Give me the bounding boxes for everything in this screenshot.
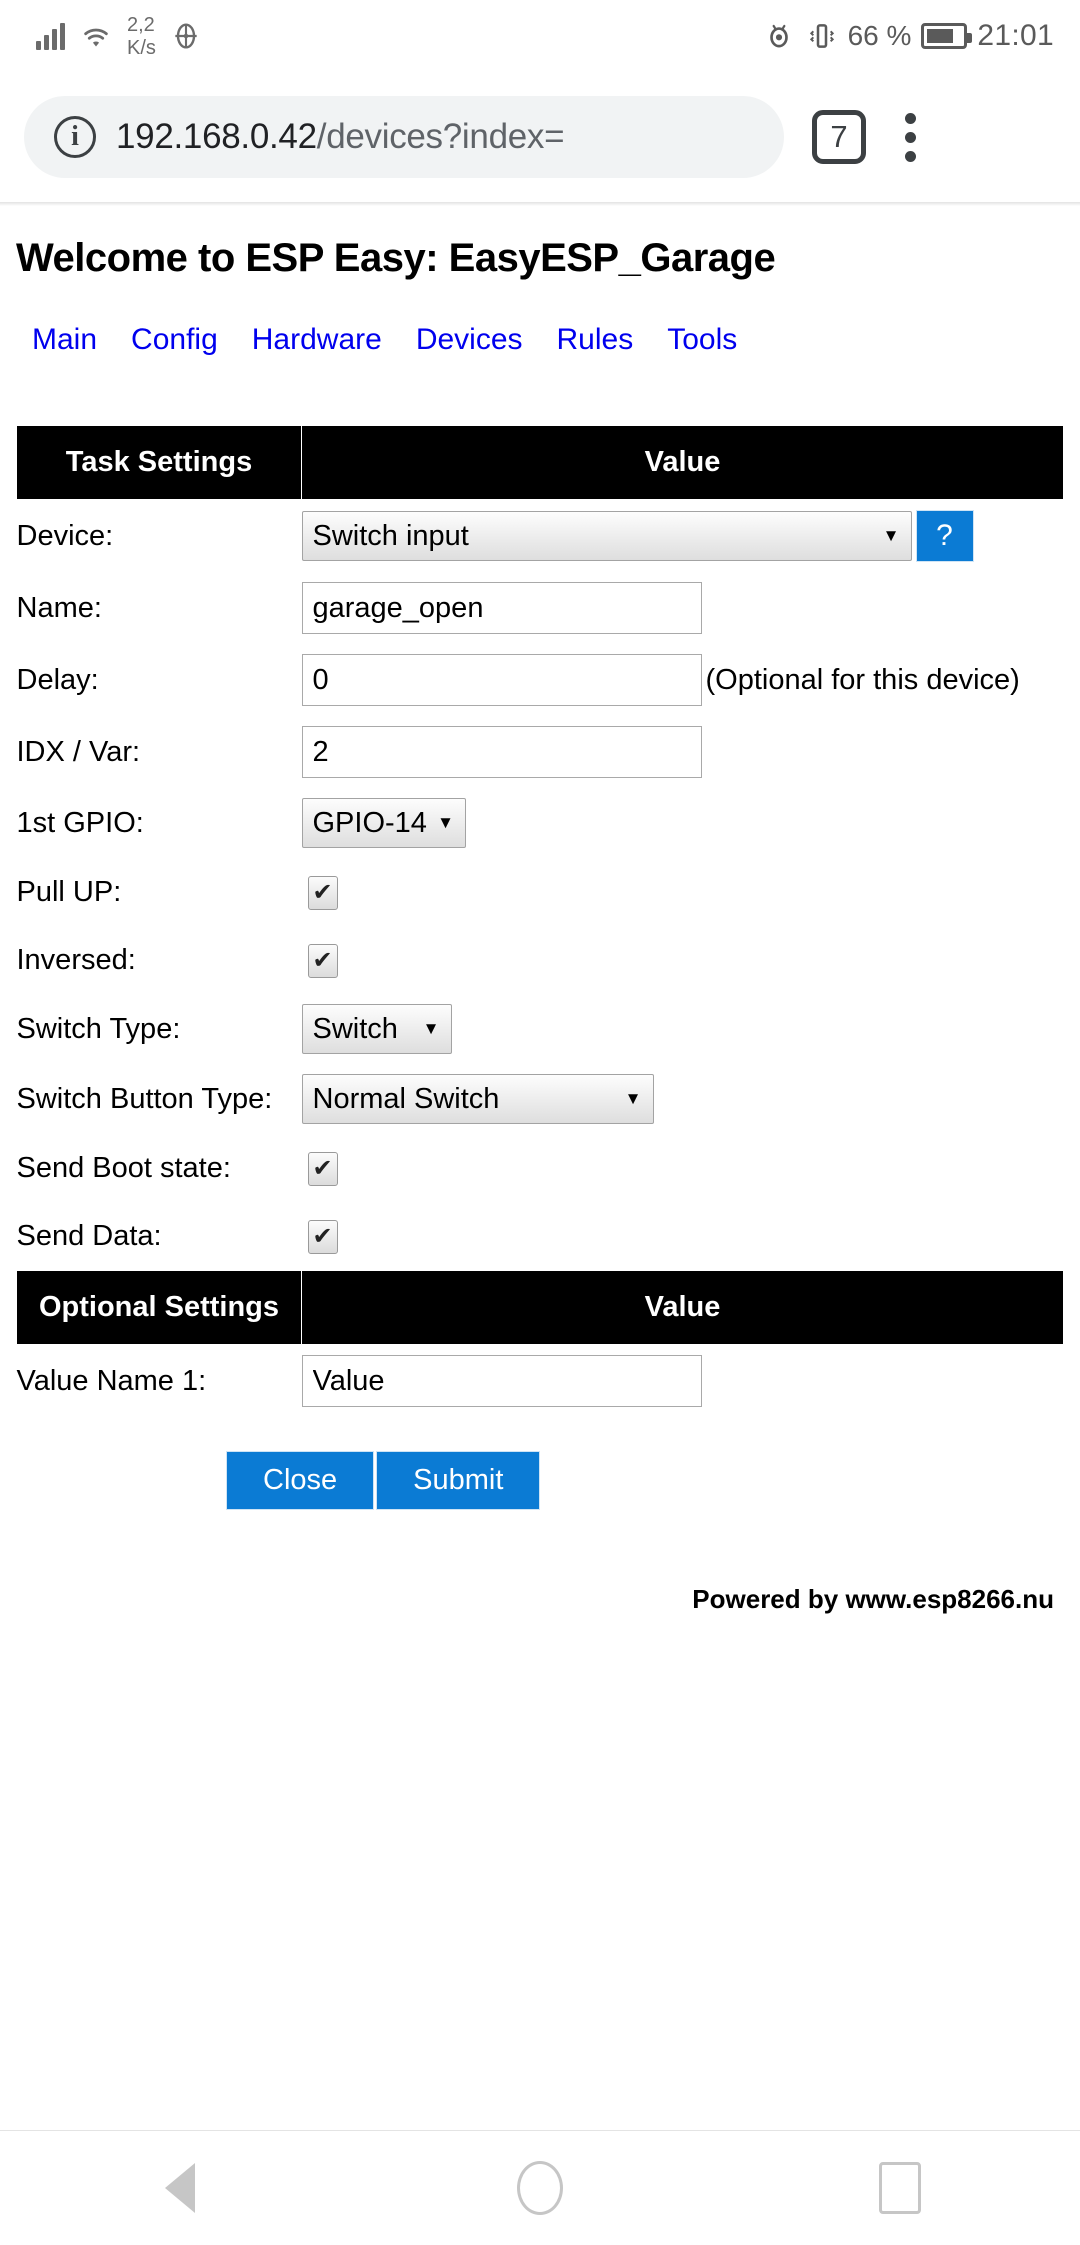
table-row-send-data: Send Data: ✔: [17, 1202, 1064, 1270]
optional-settings-header-label: Optional Settings: [17, 1271, 302, 1345]
nav-link-rules[interactable]: Rules: [557, 323, 656, 357]
table-row-device: Device: Switch input ▼ ?: [17, 500, 1064, 573]
close-button[interactable]: Close: [226, 1451, 374, 1510]
label-first-gpio: 1st GPIO:: [17, 788, 302, 858]
label-device: Device:: [17, 500, 302, 573]
device-select-value: Switch input: [313, 520, 469, 553]
table-row-value-name-1: Value Name 1:: [17, 1345, 1064, 1418]
table-row-switch-button-type: Switch Button Type: Normal Switch ▼: [17, 1064, 1064, 1134]
url-path: /devices?index=: [317, 117, 564, 156]
task-settings-header-row: Task Settings Value: [17, 426, 1064, 500]
nav-link-tools[interactable]: Tools: [667, 323, 759, 357]
battery-percent-label: 66 %: [848, 20, 912, 52]
switch-button-type-select-value: Normal Switch: [313, 1083, 500, 1116]
table-row-idx: IDX / Var:: [17, 716, 1064, 788]
task-settings-header-value: Value: [302, 426, 1064, 500]
signal-bars-icon: [36, 22, 65, 50]
label-delay: Delay:: [17, 644, 302, 716]
send-data-checkbox[interactable]: ✔: [308, 1220, 338, 1254]
optional-settings-header-value: Value: [302, 1271, 1064, 1345]
label-inversed: Inversed:: [17, 926, 302, 994]
table-row-send-boot-state: Send Boot state: ✔: [17, 1134, 1064, 1202]
label-pull-up: Pull UP:: [17, 858, 302, 926]
label-send-boot-state: Send Boot state:: [17, 1134, 302, 1202]
label-send-data: Send Data:: [17, 1202, 302, 1270]
label-idx-var: IDX / Var:: [17, 716, 302, 788]
optional-settings-header-row: Optional Settings Value: [17, 1271, 1064, 1345]
label-switch-button-type: Switch Button Type:: [17, 1064, 302, 1134]
page-title: Welcome to ESP Easy: EasyESP_Garage: [16, 236, 1064, 281]
send-boot-state-checkbox[interactable]: ✔: [308, 1152, 338, 1186]
url-text: 192.168.0.42/devices?index=: [116, 117, 564, 157]
task-settings-header-label: Task Settings: [17, 426, 302, 500]
label-switch-type: Switch Type:: [17, 994, 302, 1064]
nav-link-hardware[interactable]: Hardware: [252, 323, 404, 357]
inversed-checkbox[interactable]: ✔: [308, 944, 338, 978]
page-footer: Powered by www.esp8266.nu: [16, 1584, 1054, 1615]
vibrate-icon: [806, 20, 838, 52]
browser-toolbar: i 192.168.0.42/devices?index= 7: [0, 72, 1080, 202]
submit-button[interactable]: Submit: [376, 1451, 540, 1510]
table-row-name: Name:: [17, 572, 1064, 644]
table-row-switch-type: Switch Type: Switch ▼: [17, 994, 1064, 1064]
form-action-buttons: Close Submit: [226, 1451, 1064, 1510]
device-help-button[interactable]: ?: [916, 510, 974, 562]
wifi-icon: [79, 22, 113, 50]
table-row-delay: Delay: (Optional for this device): [17, 644, 1064, 716]
battery-icon: [921, 23, 967, 49]
device-select[interactable]: Switch input ▼: [302, 511, 912, 561]
status-bar-clock: 21:01: [977, 19, 1054, 53]
network-speed-unit: K/s: [127, 38, 156, 58]
value-name-1-input[interactable]: [302, 1355, 702, 1407]
switch-type-select[interactable]: Switch ▼: [302, 1004, 452, 1054]
android-status-bar: 2,2 K/s 66 %: [0, 0, 1080, 72]
first-gpio-select[interactable]: GPIO-14 ▼: [302, 798, 466, 848]
pull-up-checkbox[interactable]: ✔: [308, 876, 338, 910]
site-navigation: Main Config Hardware Devices Rules Tools: [32, 323, 1064, 357]
info-icon[interactable]: i: [54, 116, 96, 158]
chevron-down-icon: ▼: [883, 526, 900, 546]
idx-var-input[interactable]: [302, 726, 702, 778]
url-host: 192.168.0.42: [116, 117, 317, 156]
optional-settings-table: Optional Settings Value Value Name 1:: [16, 1270, 1064, 1417]
table-row-gpio: 1st GPIO: GPIO-14 ▼: [17, 788, 1064, 858]
network-speed-value: 2,2: [127, 15, 155, 35]
tab-switcher-button[interactable]: 7: [812, 110, 866, 164]
recents-icon[interactable]: [825, 2131, 975, 2245]
device-control-group: Switch input ▼ ?: [302, 510, 1064, 562]
toolbar-shadow: [0, 202, 1080, 206]
network-speed-indicator: 2,2 K/s: [127, 15, 156, 58]
status-bar-right: 66 % 21:01: [762, 19, 1054, 53]
page-content: Welcome to ESP Easy: EasyESP_Garage Main…: [0, 236, 1080, 1615]
switch-button-type-select[interactable]: Normal Switch ▼: [302, 1074, 654, 1124]
overflow-menu-icon[interactable]: [880, 101, 940, 173]
chevron-down-icon: ▼: [625, 1089, 642, 1109]
table-row-inversed: Inversed: ✔: [17, 926, 1064, 994]
switch-type-select-value: Switch: [313, 1013, 398, 1046]
back-icon[interactable]: [105, 2131, 255, 2245]
location-icon: [170, 20, 202, 52]
nav-link-main[interactable]: Main: [32, 323, 119, 357]
delay-hint: (Optional for this device): [706, 664, 1020, 697]
task-settings-table: Task Settings Value Device: Switch input…: [16, 425, 1064, 1270]
label-name: Name:: [17, 572, 302, 644]
first-gpio-select-value: GPIO-14: [313, 807, 427, 840]
chevron-down-icon: ▼: [423, 1019, 440, 1039]
nav-link-devices[interactable]: Devices: [416, 323, 545, 357]
address-bar[interactable]: i 192.168.0.42/devices?index=: [24, 96, 784, 178]
nav-link-config[interactable]: Config: [131, 323, 240, 357]
chevron-down-icon: ▼: [437, 813, 454, 833]
android-navigation-bar: [0, 2130, 1080, 2244]
delay-input[interactable]: [302, 654, 702, 706]
eye-care-icon: [762, 20, 796, 52]
label-value-name-1: Value Name 1:: [17, 1345, 302, 1418]
delay-control-group: (Optional for this device): [302, 654, 1064, 706]
table-row-pullup: Pull UP: ✔: [17, 858, 1064, 926]
home-icon[interactable]: [465, 2131, 615, 2245]
status-bar-left: 2,2 K/s: [36, 15, 202, 58]
name-input[interactable]: [302, 582, 702, 634]
